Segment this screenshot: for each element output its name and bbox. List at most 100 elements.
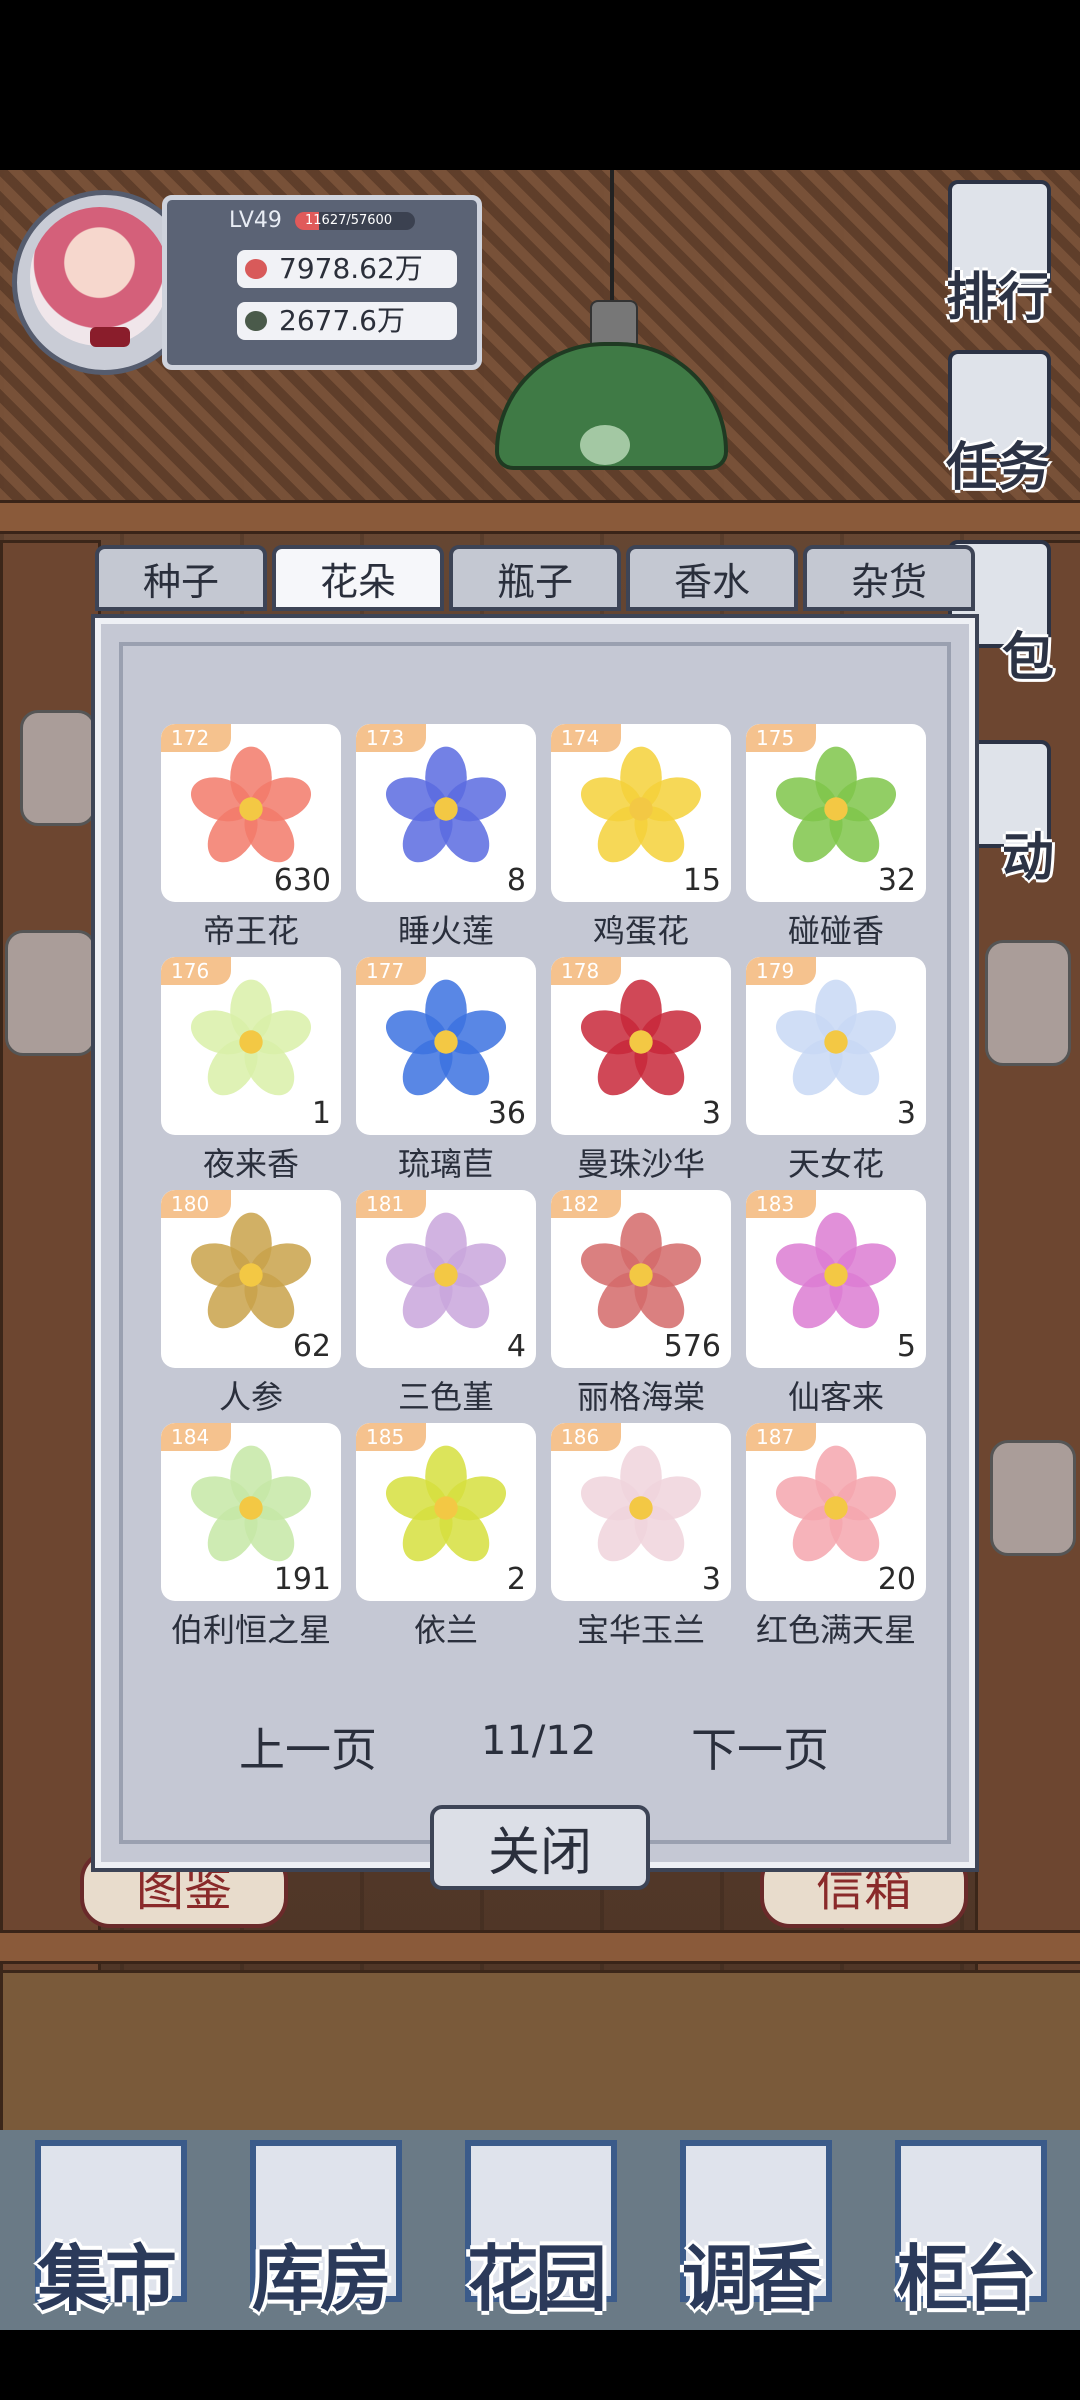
flower-icon xyxy=(580,1445,702,1562)
flower-item[interactable]: 187 20 红色满天星 xyxy=(746,1423,926,1649)
flower-card[interactable]: 185 2 xyxy=(356,1423,536,1601)
flower-quantity: 32 xyxy=(877,863,916,898)
nav-warehouse[interactable]: 库房 xyxy=(230,2140,410,2321)
jar xyxy=(985,940,1071,1066)
money-row: 7978.62万 xyxy=(237,250,457,288)
bottom-nav: 集市 库房 花园 调香 柜台 xyxy=(0,2120,1080,2330)
leaf-row: 2677.6万 xyxy=(237,302,457,340)
jar xyxy=(990,1440,1076,1556)
flower-name: 伯利恒之星 xyxy=(170,1611,331,1649)
flower-item[interactable]: 173 8 睡火莲 xyxy=(356,724,536,950)
flower-item[interactable]: 184 191 伯利恒之星 xyxy=(161,1423,341,1649)
flower-card[interactable]: 179 3 xyxy=(746,957,926,1135)
flower-card[interactable]: 186 3 xyxy=(551,1423,731,1601)
flower-quantity: 62 xyxy=(292,1329,331,1364)
nav-blending[interactable]: 调香 xyxy=(660,2140,840,2321)
flower-card[interactable]: 187 20 xyxy=(746,1423,926,1601)
flower-item[interactable]: 177 36 琉璃苣 xyxy=(356,957,536,1183)
player-level: LV49 xyxy=(229,208,282,233)
flower-card[interactable]: 178 3 xyxy=(551,957,731,1135)
xp-text: 11627/57600 xyxy=(305,213,393,228)
flower-item[interactable]: 186 3 宝华玉兰 xyxy=(551,1423,731,1649)
flower-icon xyxy=(580,746,702,863)
flower-icon xyxy=(775,1445,897,1562)
flower-item[interactable]: 178 3 曼珠沙华 xyxy=(551,957,731,1183)
jar xyxy=(5,930,96,1056)
prev-page-button[interactable]: 上一页 xyxy=(239,1714,377,1780)
flower-icon xyxy=(385,1445,507,1562)
lamp-bulb xyxy=(580,425,630,465)
flower-name: 仙客来 xyxy=(787,1378,884,1416)
flower-item[interactable]: 180 62 人参 xyxy=(161,1190,341,1416)
avatar[interactable] xyxy=(30,207,169,347)
inventory-panel: 172 630 帝王花 173 8 睡火莲 174 15 鸡蛋花 175 32 碰碰香 176 1 夜来香 1… xyxy=(91,614,979,1872)
flower-card[interactable]: 180 62 xyxy=(161,1190,341,1368)
tab-perfume[interactable]: 香水 xyxy=(626,545,798,611)
tab-goods[interactable]: 杂货 xyxy=(803,545,975,611)
flower-name: 睡火莲 xyxy=(397,912,494,950)
flower-card[interactable]: 175 32 xyxy=(746,724,926,902)
tab-bottles[interactable]: 瓶子 xyxy=(449,545,621,611)
nav-warehouse-label: 库房 xyxy=(251,2236,392,2321)
flower-name: 依兰 xyxy=(413,1611,478,1649)
flower-quantity: 1 xyxy=(311,1096,331,1131)
flower-name: 碰碰香 xyxy=(787,912,884,950)
ranking-button[interactable]: 排行 xyxy=(928,180,1068,330)
nav-blending-label: 调香 xyxy=(681,2236,822,2321)
flower-card[interactable]: 182 576 xyxy=(551,1190,731,1368)
task-button[interactable]: 任务 xyxy=(928,350,1068,500)
activity-label: 动 xyxy=(1001,827,1054,888)
flower-quantity: 8 xyxy=(506,863,526,898)
avatar-bow xyxy=(90,327,130,347)
flower-quantity: 3 xyxy=(701,1562,721,1597)
flower-quantity: 2 xyxy=(506,1562,526,1597)
flower-quantity: 576 xyxy=(663,1329,721,1364)
flower-item[interactable]: 174 15 鸡蛋花 xyxy=(551,724,731,950)
lamp-cord xyxy=(610,170,614,305)
ceiling-beam xyxy=(0,500,1080,534)
flower-item[interactable]: 181 4 三色堇 xyxy=(356,1190,536,1416)
flower-item[interactable]: 176 1 夜来香 xyxy=(161,957,341,1183)
flower-card[interactable]: 173 8 xyxy=(356,724,536,902)
leaf-value: 2677.6万 xyxy=(279,304,405,337)
flower-name: 宝华玉兰 xyxy=(576,1611,705,1649)
flower-card[interactable]: 183 5 xyxy=(746,1190,926,1368)
flower-name: 三色堇 xyxy=(397,1378,494,1416)
flower-card[interactable]: 181 4 xyxy=(356,1190,536,1368)
flower-item[interactable]: 183 5 仙客来 xyxy=(746,1190,926,1416)
flower-icon xyxy=(775,979,897,1096)
flower-quantity: 191 xyxy=(273,1562,331,1597)
flower-card[interactable]: 172 630 xyxy=(161,724,341,902)
counter-beam xyxy=(0,1930,1080,1964)
flower-card[interactable]: 184 191 xyxy=(161,1423,341,1601)
flower-item[interactable]: 175 32 碰碰香 xyxy=(746,724,926,950)
flower-icon xyxy=(385,979,507,1096)
bag-label: 包 xyxy=(1001,627,1054,688)
flower-icon xyxy=(190,746,312,863)
flower-quantity: 5 xyxy=(896,1329,916,1364)
next-page-button[interactable]: 下一页 xyxy=(691,1714,829,1780)
close-button[interactable]: 关闭 xyxy=(430,1805,650,1890)
tab-flowers[interactable]: 花朵 xyxy=(272,545,444,611)
flower-item[interactable]: 182 576 丽格海棠 xyxy=(551,1190,731,1416)
nav-market[interactable]: 集市 xyxy=(15,2140,195,2321)
flower-card[interactable]: 176 1 xyxy=(161,957,341,1135)
flower-icon xyxy=(775,1212,897,1329)
money-value: 7978.62万 xyxy=(279,252,423,285)
nav-counter[interactable]: 柜台 xyxy=(875,2140,1055,2321)
player-info[interactable]: LV49 11627/57600 7978.62万 2677.6万 xyxy=(12,185,482,375)
flower-item[interactable]: 185 2 依兰 xyxy=(356,1423,536,1649)
nav-garden-label: 花园 xyxy=(466,2236,607,2321)
flower-quantity: 20 xyxy=(877,1562,916,1597)
flower-card[interactable]: 174 15 xyxy=(551,724,731,902)
flower-item[interactable]: 179 3 天女花 xyxy=(746,957,926,1183)
flower-card[interactable]: 177 36 xyxy=(356,957,536,1135)
page-indicator: 11/12 xyxy=(481,1718,597,1764)
coin-icon xyxy=(245,259,267,279)
flower-item[interactable]: 172 630 帝王花 xyxy=(161,724,341,950)
tab-seeds[interactable]: 种子 xyxy=(95,545,267,611)
counter xyxy=(0,1970,1080,2136)
flower-icon xyxy=(775,746,897,863)
nav-garden[interactable]: 花园 xyxy=(445,2140,625,2321)
flower-name: 曼珠沙华 xyxy=(576,1145,705,1183)
